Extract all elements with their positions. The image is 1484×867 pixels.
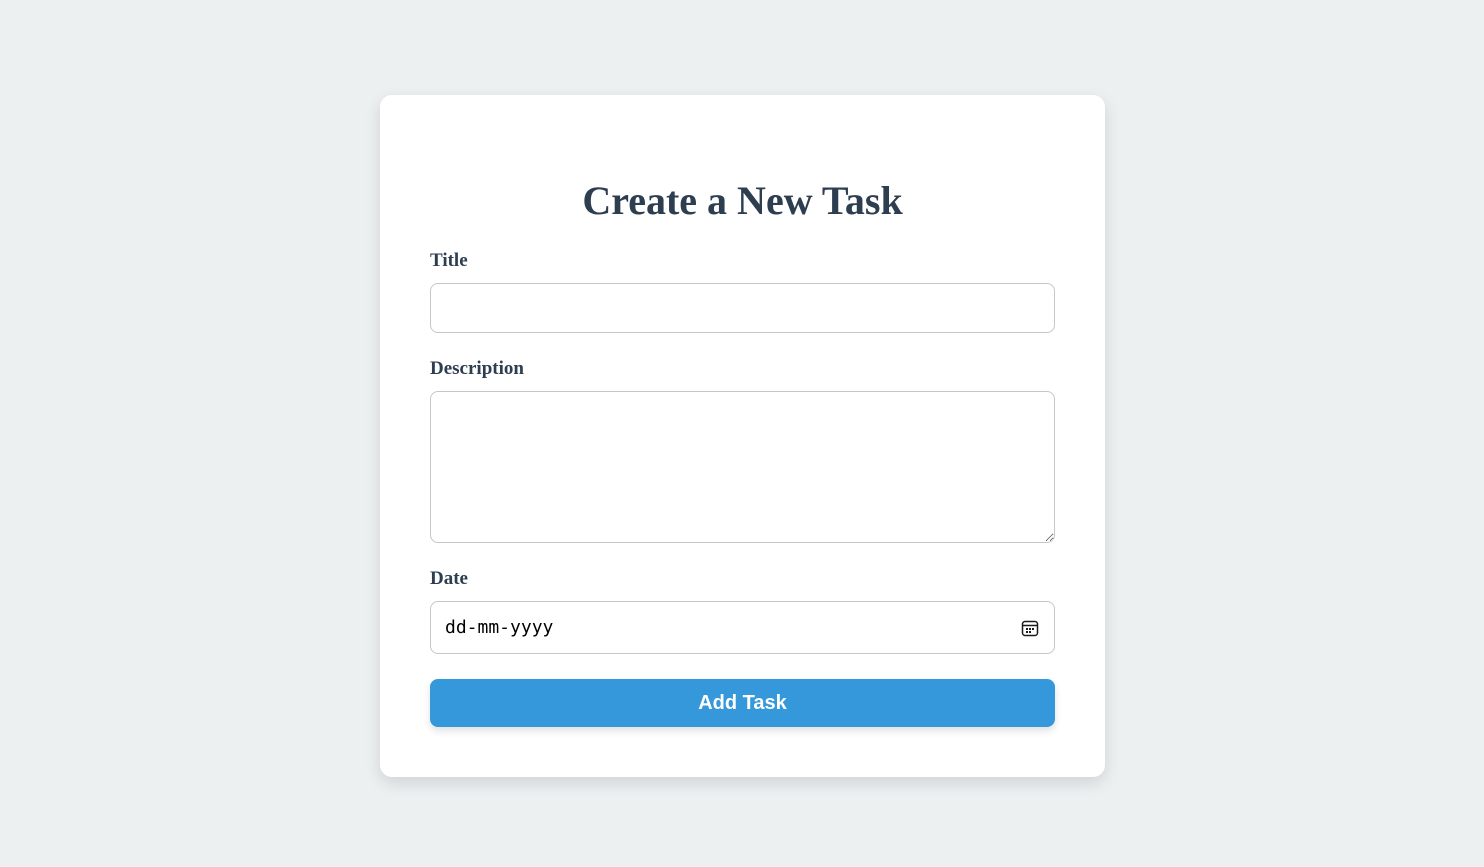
- page-title: Create a New Task: [582, 178, 903, 223]
- title-label: Title: [430, 250, 468, 271]
- add-task-button[interactable]: Add Task: [430, 679, 1055, 727]
- date-label: Date: [430, 568, 468, 589]
- date-input[interactable]: dd-mm-yyyy: [430, 601, 1055, 654]
- task-form-card: Create a New Task Title Description Date…: [380, 95, 1105, 777]
- description-textarea[interactable]: [430, 391, 1055, 543]
- calendar-icon[interactable]: [1020, 618, 1040, 638]
- date-placeholder: dd-mm-yyyy: [445, 617, 554, 638]
- description-label: Description: [430, 358, 524, 379]
- title-input[interactable]: [430, 283, 1055, 333]
